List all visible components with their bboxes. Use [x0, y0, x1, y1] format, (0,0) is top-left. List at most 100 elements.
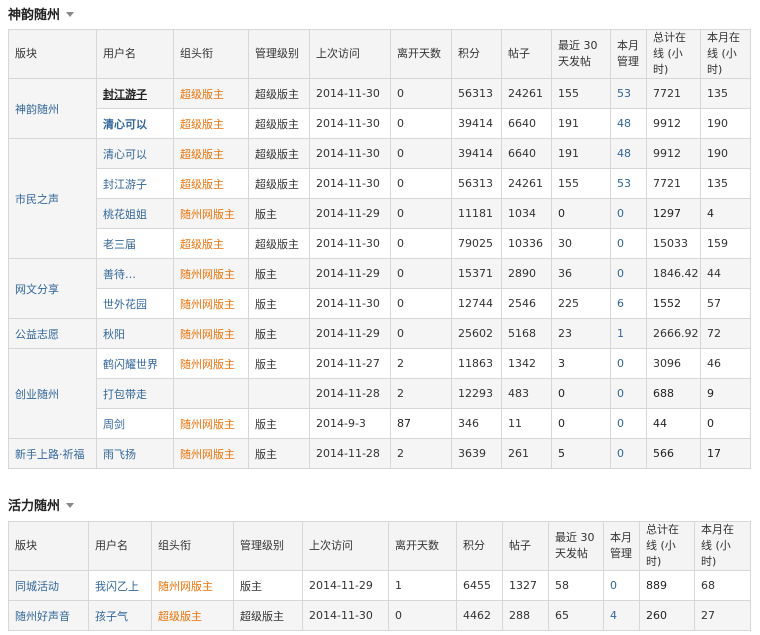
- last-visit: 2014-11-28: [309, 378, 391, 409]
- forum-block-link[interactable]: 市民之声: [8, 138, 97, 259]
- username-link[interactable]: 清心可以: [103, 118, 147, 131]
- username-link[interactable]: 封江游子: [103, 178, 147, 191]
- posts: 10336: [501, 228, 552, 259]
- section-title-text: 神韵随州: [8, 8, 61, 23]
- month-online: 27: [694, 600, 751, 631]
- last-visit: 2014-11-29: [302, 570, 389, 601]
- forum-block-link[interactable]: 新手上路·祈福: [8, 438, 97, 469]
- recent-posts: 23: [551, 318, 611, 349]
- total-online: 1846.42: [646, 258, 701, 289]
- section-title-huoli[interactable]: 活力随州: [8, 495, 75, 514]
- username-link[interactable]: 我闪乙上: [95, 580, 139, 593]
- last-visit: 2014-11-27: [309, 348, 391, 379]
- points: 12744: [451, 288, 502, 319]
- total-online: 2666.92: [646, 318, 701, 349]
- col-header: 本月在线 (小时): [700, 29, 751, 79]
- username-link[interactable]: 桃花姐姐: [103, 208, 147, 221]
- admin-level: 版主: [248, 438, 310, 469]
- username-link[interactable]: 善待…: [103, 268, 136, 281]
- chevron-down-icon[interactable]: [66, 11, 75, 17]
- month-online: 4: [700, 198, 751, 229]
- username-link[interactable]: 老三届: [103, 238, 136, 251]
- recent-posts: 191: [551, 138, 611, 169]
- posts: 1342: [501, 348, 552, 379]
- month-mgmt: 0: [603, 570, 640, 601]
- month-mgmt: 0: [610, 198, 647, 229]
- username-link[interactable]: 封江游子: [103, 88, 147, 101]
- forum-block-link[interactable]: 随州好声音: [8, 600, 89, 631]
- month-mgmt: 53: [610, 168, 647, 199]
- posts: 483: [501, 378, 552, 409]
- month-online: 0: [700, 408, 751, 439]
- total-online: 9912: [646, 108, 701, 139]
- moderator-table-shenyun: 版块 用户名 组头衔 管理级别 上次访问 离开天数 积分 帖子 最近 30 天发…: [8, 29, 751, 469]
- table-row: 周剑 随州网版主 版主 2014-9-3 87 346 11 0 0 44 0: [9, 408, 751, 439]
- points: 4462: [456, 600, 503, 631]
- col-header: 最近 30 天发帖: [551, 29, 611, 79]
- posts: 11: [501, 408, 552, 439]
- last-visit: 2014-11-28: [309, 438, 391, 469]
- table-row: 清心可以 超级版主 超级版主 2014-11-30 0 39414 6640 1…: [9, 108, 751, 139]
- days-away: 0: [390, 78, 452, 109]
- points: 79025: [451, 228, 502, 259]
- forum-block-link[interactable]: 网文分享: [8, 258, 97, 319]
- col-header: 本月在线 (小时): [694, 521, 751, 571]
- username-link[interactable]: 周剑: [103, 418, 125, 431]
- points: 11181: [451, 198, 502, 229]
- forum-block-link[interactable]: 创业随州: [8, 348, 97, 439]
- col-header: 帖子: [501, 29, 552, 79]
- username-link[interactable]: 雨飞扬: [103, 448, 136, 461]
- username-link[interactable]: 世外花园: [103, 298, 147, 311]
- group-title: 随州网版主: [151, 570, 234, 601]
- username-link[interactable]: 打包带走: [103, 388, 147, 401]
- col-header: 离开天数: [390, 29, 452, 79]
- section-title-shenyun[interactable]: 神韵随州: [8, 4, 75, 23]
- total-online: 688: [646, 378, 701, 409]
- admin-level: 版主: [248, 408, 310, 439]
- forum-block-link[interactable]: 神韵随州: [8, 78, 97, 139]
- chevron-down-icon[interactable]: [66, 502, 75, 508]
- group-title: 随州网版主: [173, 408, 249, 439]
- col-header: 组头衔: [173, 29, 249, 79]
- username-link[interactable]: 孩子气: [95, 610, 128, 623]
- days-away: 0: [388, 600, 457, 631]
- forum-block-link[interactable]: 同城活动: [8, 570, 89, 601]
- forum-block-link[interactable]: 公益志愿: [8, 318, 97, 349]
- points: 3639: [451, 438, 502, 469]
- recent-posts: 65: [548, 600, 604, 631]
- admin-level: 版主: [233, 570, 303, 601]
- recent-posts: 225: [551, 288, 611, 319]
- group-title: 随州网版主: [173, 258, 249, 289]
- admin-level: 版主: [248, 198, 310, 229]
- group-title: 超级版主: [173, 78, 249, 109]
- posts: 5168: [501, 318, 552, 349]
- total-online: 1297: [646, 198, 701, 229]
- month-mgmt: 6: [610, 288, 647, 319]
- section-title-text: 活力随州: [8, 499, 61, 514]
- username-link[interactable]: 清心可以: [103, 148, 147, 161]
- col-header: 本月管理: [610, 29, 647, 79]
- total-online: 7721: [646, 78, 701, 109]
- group-title: 超级版主: [173, 228, 249, 259]
- col-header: 最近 30 天发帖: [548, 521, 604, 571]
- posts: 261: [501, 438, 552, 469]
- admin-level: 超级版主: [248, 78, 310, 109]
- total-online: 44: [646, 408, 701, 439]
- total-online: 3096: [646, 348, 701, 379]
- username-link[interactable]: 秋阳: [103, 328, 125, 341]
- posts: 6640: [501, 108, 552, 139]
- points: 39414: [451, 108, 502, 139]
- col-header: 积分: [451, 29, 502, 79]
- last-visit: 2014-11-29: [309, 258, 391, 289]
- col-header: 本月管理: [603, 521, 640, 571]
- admin-level: 超级版主: [248, 228, 310, 259]
- month-mgmt: 0: [610, 438, 647, 469]
- points: 25602: [451, 318, 502, 349]
- username-link[interactable]: 鹤闪耀世界: [103, 358, 158, 371]
- posts: 2890: [501, 258, 552, 289]
- points: 11863: [451, 348, 502, 379]
- total-online: 1552: [646, 288, 701, 319]
- month-online: 135: [700, 168, 751, 199]
- table-row: 网文分享 善待… 随州网版主 版主 2014-11-29 0 15371 289…: [8, 258, 751, 319]
- month-online: 159: [700, 228, 751, 259]
